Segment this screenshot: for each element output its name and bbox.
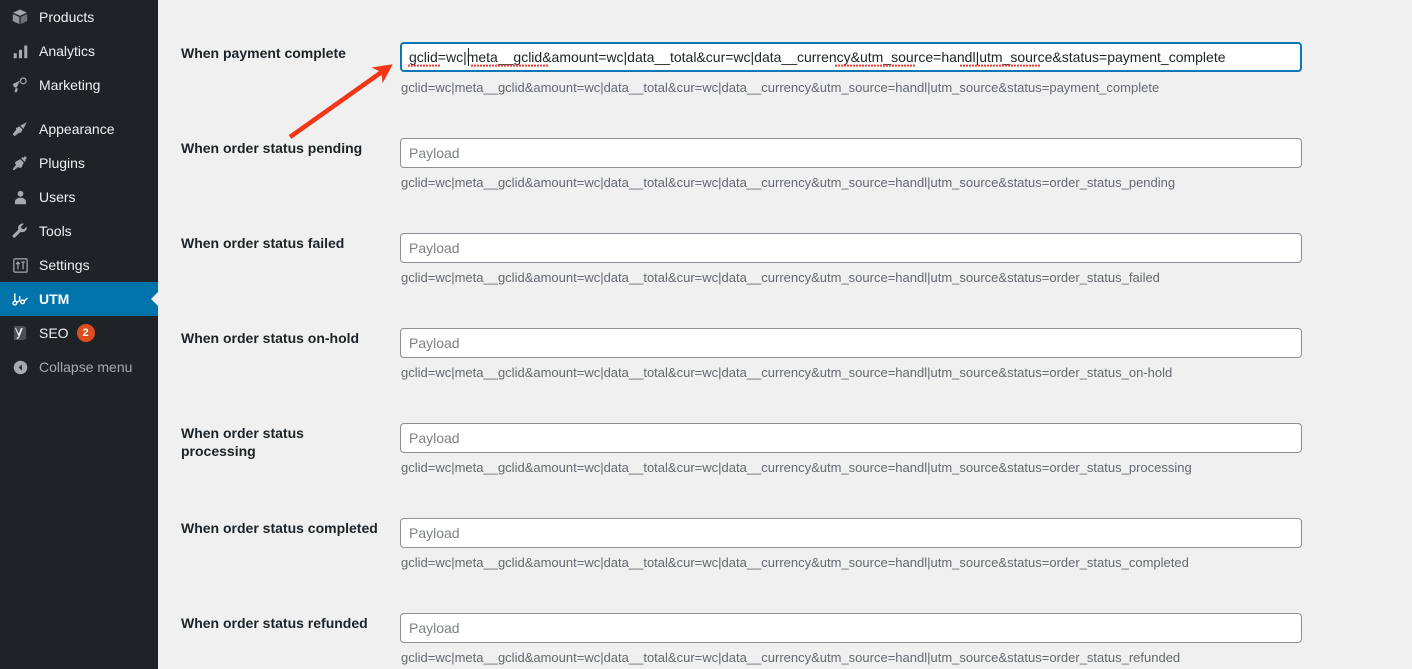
plug-icon: [10, 153, 30, 173]
field-help-text: gclid=wc|meta__gclid&amount=wc|data__tot…: [401, 650, 1181, 665]
sidebar-item-label: Products: [39, 9, 95, 25]
utm-payload-settings: When payment complete gclid=wc|meta__gcl…: [158, 0, 1412, 669]
field-help-text: gclid=wc|meta__gclid&amount=wc|data__tot…: [401, 80, 1160, 95]
field-label: When order status failed: [181, 235, 345, 251]
field-help-text: gclid=wc|meta__gclid&amount=wc|data__tot…: [401, 175, 1176, 190]
payload-input-order-status-pending[interactable]: [400, 138, 1302, 168]
sidebar-item-label: Settings: [39, 257, 90, 273]
field-label: When order status on-hold: [181, 330, 360, 346]
sidebar-item-plugins[interactable]: Plugins: [0, 146, 158, 180]
megaphone-icon: [10, 75, 30, 95]
payload-input-order-status-completed[interactable]: [400, 518, 1302, 548]
sidebar-item-products[interactable]: Products: [0, 0, 158, 34]
admin-sidebar: Products Analytics Marketing Appearance …: [0, 0, 158, 669]
field-help-text: gclid=wc|meta__gclid&amount=wc|data__tot…: [401, 460, 1192, 475]
field-help-text: gclid=wc|meta__gclid&amount=wc|data__tot…: [401, 365, 1173, 380]
sidebar-item-label: SEO: [39, 325, 69, 341]
payload-input-order-status-on-hold[interactable]: [400, 328, 1302, 358]
sidebar-item-collapse-menu[interactable]: Collapse menu: [0, 350, 158, 384]
payload-input-order-status-refunded[interactable]: [400, 613, 1302, 643]
field-label: When order status refunded: [181, 615, 368, 631]
sidebar-item-marketing[interactable]: Marketing: [0, 68, 158, 102]
sidebar-item-label: Appearance: [39, 121, 115, 137]
sidebar-item-label: Users: [39, 189, 76, 205]
utm-icon: [10, 289, 30, 309]
sliders-icon: [10, 255, 30, 275]
sidebar-item-tools[interactable]: Tools: [0, 214, 158, 248]
sidebar-item-users[interactable]: Users: [0, 180, 158, 214]
sidebar-item-label: Tools: [39, 223, 72, 239]
payload-input-payment-complete[interactable]: [400, 42, 1302, 72]
bar-chart-icon: [10, 41, 30, 61]
sidebar-item-utm[interactable]: UTM: [0, 282, 158, 316]
sidebar-item-label: Plugins: [39, 155, 85, 171]
sidebar-item-seo[interactable]: SEO 2: [0, 316, 158, 350]
yoast-icon: [10, 323, 30, 343]
seo-update-badge: 2: [76, 324, 95, 342]
field-label: When order status completed: [181, 520, 378, 536]
payload-input-order-status-failed[interactable]: [400, 233, 1302, 263]
field-label: When order status processing: [181, 425, 304, 459]
sidebar-item-label: Collapse menu: [39, 359, 133, 375]
sidebar-item-label: UTM: [39, 291, 70, 307]
sidebar-item-settings[interactable]: Settings: [0, 248, 158, 282]
sidebar-item-appearance[interactable]: Appearance: [0, 112, 158, 146]
field-help-text: gclid=wc|meta__gclid&amount=wc|data__tot…: [401, 555, 1189, 570]
collapse-icon: [10, 357, 30, 377]
payload-input-order-status-processing[interactable]: [400, 423, 1302, 453]
admin-page: Products Analytics Marketing Appearance …: [0, 0, 1412, 669]
sidebar-item-analytics[interactable]: Analytics: [0, 34, 158, 68]
box-icon: [10, 7, 30, 27]
wrench-icon: [10, 221, 30, 241]
field-help-text: gclid=wc|meta__gclid&amount=wc|data__tot…: [401, 270, 1160, 285]
sidebar-item-label: Analytics: [39, 43, 96, 59]
sidebar-item-label: Marketing: [39, 77, 101, 93]
field-label: When payment complete: [181, 45, 346, 61]
user-icon: [10, 187, 30, 207]
sidebar-separator: [0, 102, 158, 112]
field-label: When order status pending: [181, 140, 363, 156]
paintbrush-icon: [10, 119, 30, 139]
